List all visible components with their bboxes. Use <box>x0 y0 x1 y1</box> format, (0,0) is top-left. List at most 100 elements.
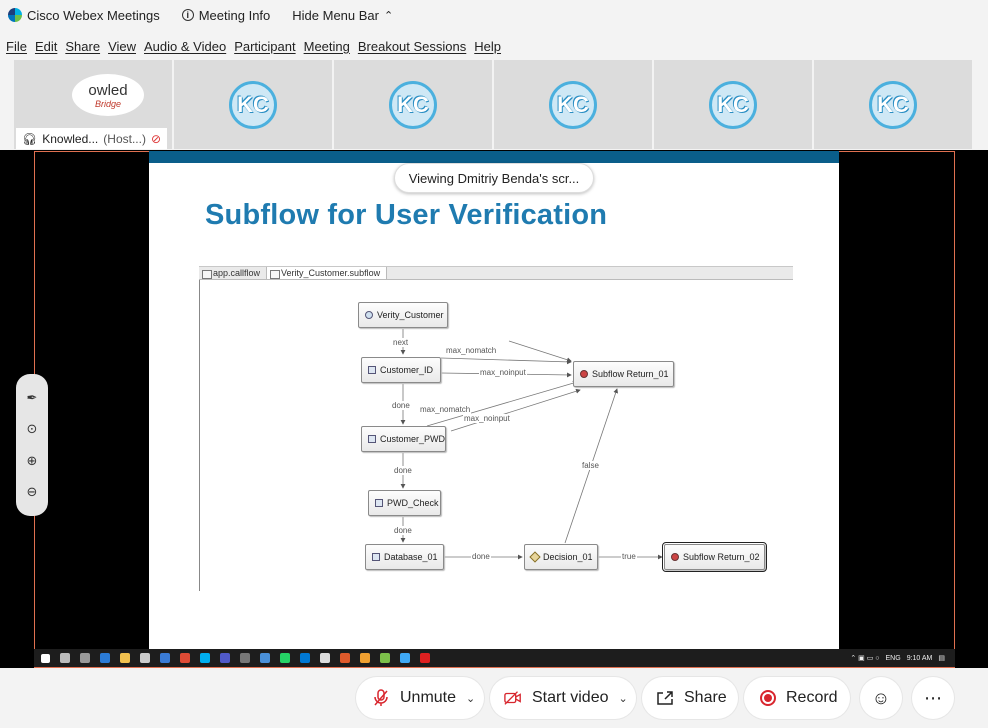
edge-label-max-noinput: max_noinput <box>463 414 511 423</box>
app-icon <box>320 653 330 663</box>
reactions-button[interactable]: ☺ <box>860 677 902 719</box>
avatar: KC <box>549 80 597 129</box>
menu-participant[interactable]: Participant <box>234 39 295 54</box>
file-explorer-icon <box>120 653 130 663</box>
share-label: Share <box>684 689 727 706</box>
avatar: KC <box>229 80 277 129</box>
headset-icon: 🎧︎ <box>22 131 38 146</box>
chevron-up-icon: ⌃ <box>383 9 394 22</box>
edge-max-nomatch-1 <box>440 357 572 365</box>
annotation-toolbar: ✒ ⊙ ⊕ ⊖ <box>16 374 48 516</box>
zoom-in-icon[interactable]: ⊕ <box>27 453 38 469</box>
menu-share[interactable]: Share <box>65 39 100 54</box>
host-logo: owled Bridge <box>72 74 144 116</box>
node-verity-customer[interactable]: Verity_Customer <box>358 302 448 328</box>
menu-file[interactable]: File <box>6 39 27 54</box>
store-icon <box>140 653 150 663</box>
host-role: (Host...) <box>103 131 146 146</box>
participant-tile[interactable]: KC <box>334 60 492 149</box>
menu-meeting[interactable]: Meeting <box>304 39 350 54</box>
more-options-button[interactable]: ⋯ <box>912 677 954 719</box>
participant-strip: owled Bridge 🎧︎ Knowled... (Host...) ⊘ K… <box>14 60 974 149</box>
node-subflow-return-02[interactable]: Subflow Return_02 <box>662 542 767 572</box>
node-customer-pwd[interactable]: Customer_PWD <box>361 426 446 452</box>
slide-title: Subflow for User Verification <box>205 199 608 231</box>
menu-help[interactable]: Help <box>474 39 501 54</box>
edge-label-next: next <box>392 338 410 347</box>
tray-icons: ⌃ ▣ ▭ ○ <box>850 655 880 662</box>
avatar: KC <box>709 80 757 129</box>
app-icon <box>380 653 390 663</box>
hide-menu-label: Hide Menu Bar <box>292 7 379 23</box>
app-icon <box>340 653 350 663</box>
meeting-info-button[interactable]: i Meeting Info <box>181 8 270 23</box>
menu-edit[interactable]: Edit <box>35 39 57 54</box>
node-pwd-check[interactable]: PWD_Check <box>368 490 441 516</box>
more-icon: ⋯ <box>924 687 942 708</box>
participant-tile[interactable]: KC <box>494 60 652 149</box>
app-icon <box>260 653 270 663</box>
edge-label-max-noinput: max_noinput <box>479 368 527 377</box>
participant-tile[interactable]: KC <box>654 60 812 149</box>
record-button[interactable]: Record <box>744 677 850 719</box>
language-indicator: ENG <box>885 654 901 662</box>
edge-browser-icon <box>100 653 110 663</box>
app-name: Cisco Webex Meetings <box>27 7 160 23</box>
return-node-icon <box>671 553 679 561</box>
smiley-icon: ☺ <box>871 687 891 708</box>
hide-menu-bar-button[interactable]: Hide Menu Bar ⌃ <box>292 8 393 23</box>
search-icon <box>60 653 70 663</box>
participant-tile[interactable]: KC <box>174 60 332 149</box>
task-view-icon <box>80 653 90 663</box>
avatar: KC <box>869 80 917 129</box>
shared-slide: Subflow for User Verification app.callfl… <box>149 151 839 649</box>
edge-label-max-nomatch: max_nomatch <box>445 346 498 355</box>
clock: 9:10 AM <box>906 654 933 662</box>
node-subflow-return-01[interactable]: Subflow Return_01 <box>573 361 674 387</box>
zoom-out-icon[interactable]: ⊖ <box>27 484 38 500</box>
record-icon <box>760 690 776 706</box>
start-video-button[interactable]: Start video ⌄ <box>490 677 636 719</box>
edge-label-done: done <box>471 552 491 561</box>
menu-audio-video[interactable]: Audio & Video <box>144 39 226 54</box>
unmute-label: Unmute <box>400 689 457 706</box>
windows-start-icon <box>41 653 50 663</box>
input-node-icon <box>375 499 383 507</box>
edge-label-done: done <box>393 466 413 475</box>
viewing-banner[interactable]: Viewing Dmitriy Benda's scr... <box>394 163 594 193</box>
database-node-icon <box>372 553 380 561</box>
skype-icon <box>200 653 210 663</box>
remote-control-icon[interactable]: ⊙ <box>27 421 38 437</box>
edge-label-true: true <box>621 552 637 561</box>
participant-tile-host[interactable]: owled Bridge 🎧︎ Knowled... (Host...) ⊘ <box>14 60 172 149</box>
host-name: Knowled... <box>42 131 99 146</box>
title-bar: Cisco Webex Meetings i Meeting Info Hide… <box>0 0 988 30</box>
chrome-icon <box>180 653 190 663</box>
start-node-icon <box>365 311 373 319</box>
unmute-button[interactable]: Unmute ⌄ <box>356 677 484 719</box>
edge-nomatch-top <box>508 340 572 363</box>
info-icon: i <box>181 9 194 21</box>
app-icon <box>240 653 250 663</box>
subflow-editor: app.callflow Verity_Customer.subflow nex… <box>199 266 793 591</box>
meeting-controls: Unmute ⌄ Start video ⌄ Share Record ☺ ⋯ <box>0 668 988 728</box>
menu-breakout-sessions[interactable]: Breakout Sessions <box>358 39 466 54</box>
pdf-icon <box>420 653 430 663</box>
webex-logo-icon <box>8 8 22 22</box>
mic-muted-icon: ⊘ <box>150 131 162 146</box>
app-title: Cisco Webex Meetings <box>0 8 160 23</box>
mic-muted-icon <box>372 689 390 707</box>
chevron-down-icon[interactable]: ⌄ <box>466 692 475 705</box>
node-decision-01[interactable]: Decision_01 <box>524 544 598 570</box>
system-tray: ⌃ ▣ ▭ ○ ENG 9:10 AM ▤ <box>850 654 955 663</box>
pen-icon[interactable]: ✒ <box>27 390 38 406</box>
edge-label-done: done <box>393 526 413 535</box>
edge-label-done: done <box>391 401 411 410</box>
node-customer-id[interactable]: Customer_ID <box>361 357 441 383</box>
node-database-01[interactable]: Database_01 <box>365 544 444 570</box>
participant-tile[interactable]: KC <box>814 60 972 149</box>
chevron-down-icon[interactable]: ⌄ <box>618 692 627 705</box>
menu-view[interactable]: View <box>108 39 136 54</box>
app-icon <box>300 653 310 663</box>
share-button[interactable]: Share <box>642 677 738 719</box>
